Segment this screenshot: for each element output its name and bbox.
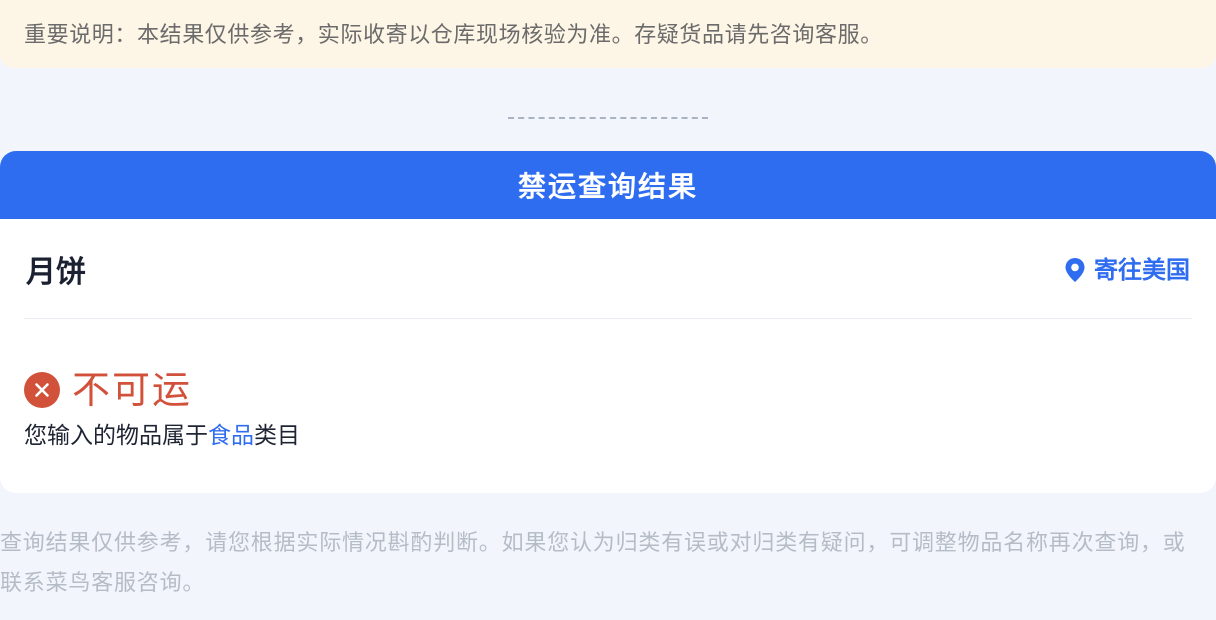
status-row: 不可运 <box>24 367 192 413</box>
category-suffix: 类目 <box>254 423 300 449</box>
notice-banner: 重要说明：本结果仅供参考，实际收寄以仓库现场核验为准。存疑货品请先咨询客服。 <box>0 0 1216 68</box>
card-title: 禁运查询结果 <box>517 170 698 203</box>
result-card: 禁运查询结果 月饼 寄往美国 不可运 您输入的物品属于食品类目 <box>0 151 1216 493</box>
status-text: 不可运 <box>72 368 193 412</box>
disclaimer-text: 查询结果仅供参考，请您根据实际情况斟酌判断。如果您认为归类有误或对归类有疑问，可… <box>0 531 1186 596</box>
location-pin-icon <box>1064 257 1086 283</box>
divider <box>508 117 708 119</box>
close-circle-icon <box>24 372 60 408</box>
category-prefix: 您输入的物品属于 <box>24 423 208 449</box>
card-header: 禁运查询结果 <box>0 151 1216 219</box>
category-text: 您输入的物品属于食品类目 <box>24 419 300 453</box>
category-name: 食品 <box>208 423 254 449</box>
notice-text: 重要说明：本结果仅供参考，实际收寄以仓库现场核验为准。存疑货品请先咨询客服。 <box>24 22 883 48</box>
destination-label: 寄往美国 <box>1094 256 1190 284</box>
destination-selector[interactable]: 寄往美国 <box>1064 253 1190 287</box>
item-name: 月饼 <box>26 255 86 290</box>
item-row: 月饼 寄往美国 <box>24 219 1192 319</box>
